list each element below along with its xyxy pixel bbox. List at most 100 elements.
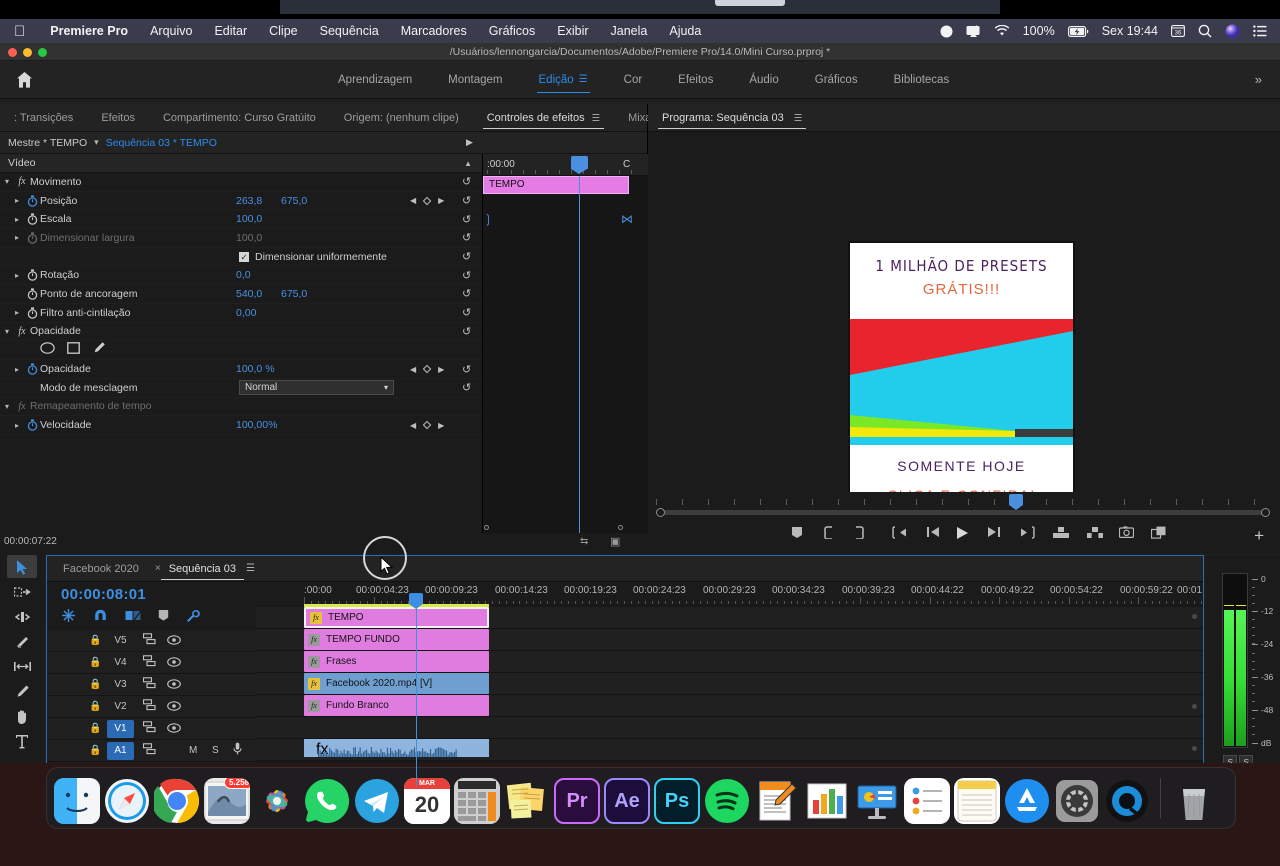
panel-menu-icon[interactable]: ☰ — [592, 113, 601, 124]
audio-meter-box[interactable] — [1222, 573, 1248, 748]
menu-item-marcadores[interactable]: Marcadores — [390, 24, 478, 38]
previous-keyframe-icon[interactable]: ◀ — [410, 421, 416, 430]
lock-icon[interactable]: 🔒 — [89, 723, 101, 734]
twisty-icon[interactable]: ▸ — [10, 421, 24, 430]
microphone-icon[interactable] — [233, 742, 242, 760]
dock-item-mail[interactable]: 5.258 — [202, 772, 252, 824]
numbers-icon[interactable] — [804, 778, 850, 824]
timeline-tracks-area[interactable]: :00:00 00:00:04:23 00:00:09:23 00:00:14:… — [256, 582, 1203, 786]
program-playhead-handle[interactable] — [1009, 494, 1023, 510]
dock-item-system-preferences[interactable] — [1052, 772, 1102, 824]
sync-lock-icon[interactable] — [142, 654, 156, 672]
go-to-out-icon[interactable] — [1019, 526, 1035, 539]
reset-dimensionar-uniformemente-icon[interactable]: ↺ — [462, 250, 471, 263]
workspace-tab-cor[interactable]: Cor — [606, 61, 661, 99]
dock-item-calculator[interactable] — [452, 772, 502, 824]
workspace-tab-graficos[interactable]: Gráficos — [797, 61, 876, 99]
linked-selection-icon[interactable] — [125, 608, 142, 628]
stopwatch-icon[interactable] — [24, 213, 40, 225]
program-monitor-stage[interactable]: 1 MILHÃO DE PRESETS GRÁTIS!!! SOMENTE HO… — [648, 132, 1280, 530]
track-name-v5[interactable]: V5 — [107, 632, 134, 650]
sequence-clip-label[interactable]: Sequência 03 * TEMPO — [106, 137, 217, 149]
track-solo-button-a1[interactable]: S — [212, 745, 219, 756]
dock-item-quicktime[interactable] — [1102, 772, 1152, 824]
safari-icon[interactable] — [104, 778, 150, 824]
reset-filtro-icon[interactable]: ↺ — [462, 306, 471, 319]
video-section-header[interactable]: Vídeo ▲ — [0, 154, 482, 173]
timeline-row-v1[interactable]: fx Fundo Branco — [256, 695, 1203, 717]
dock-item-notes[interactable] — [952, 772, 1002, 824]
record-icon[interactable] — [940, 25, 953, 38]
dock-item-app-store[interactable] — [1002, 772, 1052, 824]
ellipse-mask-icon[interactable] — [40, 341, 55, 359]
reset-posicao-icon[interactable]: ↺ — [462, 194, 471, 207]
button-editor-plus-icon[interactable]: + — [1254, 526, 1264, 546]
param-row-dimensionar-uniformemente[interactable]: ✓ Dimensionar uniformemente ↺ — [0, 248, 482, 267]
effect-controls-ruler[interactable]: :00:00 C — [483, 154, 648, 176]
param-posicao-y-value[interactable]: 675,0 — [281, 195, 307, 207]
track-header-v4[interactable]: 🔒 V4 — [47, 652, 256, 674]
param-opacidade-value[interactable]: 100,0 % — [236, 363, 275, 375]
twisty-icon[interactable]: ▸ — [10, 196, 24, 205]
go-to-in-icon[interactable] — [892, 526, 908, 539]
menu-item-exibir[interactable]: Exibir — [546, 24, 599, 38]
keynote-icon[interactable] — [854, 778, 900, 824]
dock-item-after-effects[interactable]: Ae — [602, 772, 652, 824]
reset-ancoragem-icon[interactable]: ↺ — [462, 287, 471, 300]
previous-keyframe-icon[interactable]: ◀ — [410, 196, 416, 205]
checkbox-dimensionar-uniformemente[interactable]: ✓ Dimensionar uniformemente — [239, 251, 387, 263]
param-filtro-value[interactable]: 0,00 — [236, 307, 256, 319]
track-mute-button-a1[interactable]: M — [189, 745, 197, 756]
menu-item-janela[interactable]: Janela — [600, 24, 659, 38]
workspace-tab-audio[interactable]: Áudio — [731, 61, 796, 99]
dock-item-photoshop[interactable]: Ps — [652, 772, 702, 824]
workspace-tab-edicao[interactable]: Edição ☰ — [521, 61, 606, 99]
finder-icon[interactable] — [54, 778, 100, 824]
lock-icon[interactable]: 🔒 — [89, 745, 101, 756]
param-row-filtro-anti-cintilacao[interactable]: ▸ Filtro anti-cintilação 0,00 ↺ — [0, 304, 482, 323]
scrub-left-handle[interactable] — [656, 508, 665, 517]
stopwatch-icon[interactable] — [24, 269, 40, 282]
play-effect-preview-icon[interactable]: ▶ — [466, 137, 473, 148]
step-forward-icon[interactable] — [987, 526, 1001, 538]
dock-item-telegram[interactable] — [352, 772, 402, 824]
param-ancoragem-y-value[interactable]: 675,0 — [281, 288, 307, 300]
tab-compartimento[interactable]: Compartimento: Curso Gratúito — [149, 105, 330, 131]
type-tool-icon[interactable] — [7, 730, 37, 753]
menu-item-arquivo[interactable]: Arquivo — [139, 24, 203, 38]
timeline-playhead-handle[interactable] — [409, 593, 423, 609]
next-keyframe-icon[interactable]: ▶ — [438, 421, 444, 430]
param-row-dimensionar-largura[interactable]: ▸ Dimensionar largura 100,0 ↺ — [0, 229, 482, 248]
ec-scroll-handle-right[interactable] — [618, 525, 623, 530]
twisty-icon[interactable]: ▸ — [10, 271, 24, 280]
lift-icon[interactable] — [1053, 526, 1069, 539]
workspace-overflow-icon[interactable]: » — [1255, 72, 1262, 87]
param-row-escala[interactable]: ▸ Escala 100,0 ↺ — [0, 210, 482, 230]
slip-tool-icon[interactable] — [7, 655, 37, 678]
blend-mode-select[interactable]: Normal ▾ — [239, 380, 394, 396]
workspace-tab-bibliotecas[interactable]: Bibliotecas — [876, 61, 968, 99]
menu-bar-clock[interactable]: Sex 19:44 — [1102, 24, 1158, 38]
dock-item-numbers[interactable] — [802, 772, 852, 824]
dock-item-spotify[interactable] — [702, 772, 752, 824]
chrome-icon[interactable] — [154, 778, 200, 824]
mark-out-icon[interactable] — [853, 526, 864, 539]
track-header-v2[interactable]: 🔒 V2 — [47, 696, 256, 718]
dock-item-pages[interactable] — [752, 772, 802, 824]
quicktime-icon[interactable] — [1104, 778, 1150, 824]
twisty-icon[interactable]: ▸ — [10, 365, 24, 374]
whatsapp-icon[interactable] — [304, 778, 350, 824]
spotify-icon[interactable] — [704, 778, 750, 824]
chevron-down-icon[interactable]: ▾ — [87, 137, 106, 148]
pen-mask-icon[interactable] — [92, 341, 106, 360]
reset-movimento-icon[interactable]: ↺ — [462, 175, 471, 188]
workspace-menu-icon[interactable]: ☰ — [579, 61, 588, 99]
collapse-chevron-icon[interactable]: ▲ — [464, 159, 472, 168]
add-keyframe-icon[interactable] — [422, 196, 432, 205]
track-visibility-eye-icon[interactable] — [167, 654, 181, 672]
lock-icon[interactable]: 🔒 — [89, 657, 101, 668]
tab-transicoes[interactable]: : Transições — [0, 105, 87, 131]
reminders-icon[interactable] — [904, 778, 950, 824]
next-keyframe-icon[interactable]: ▶ — [438, 365, 444, 374]
track-visibility-eye-icon[interactable] — [167, 632, 181, 650]
